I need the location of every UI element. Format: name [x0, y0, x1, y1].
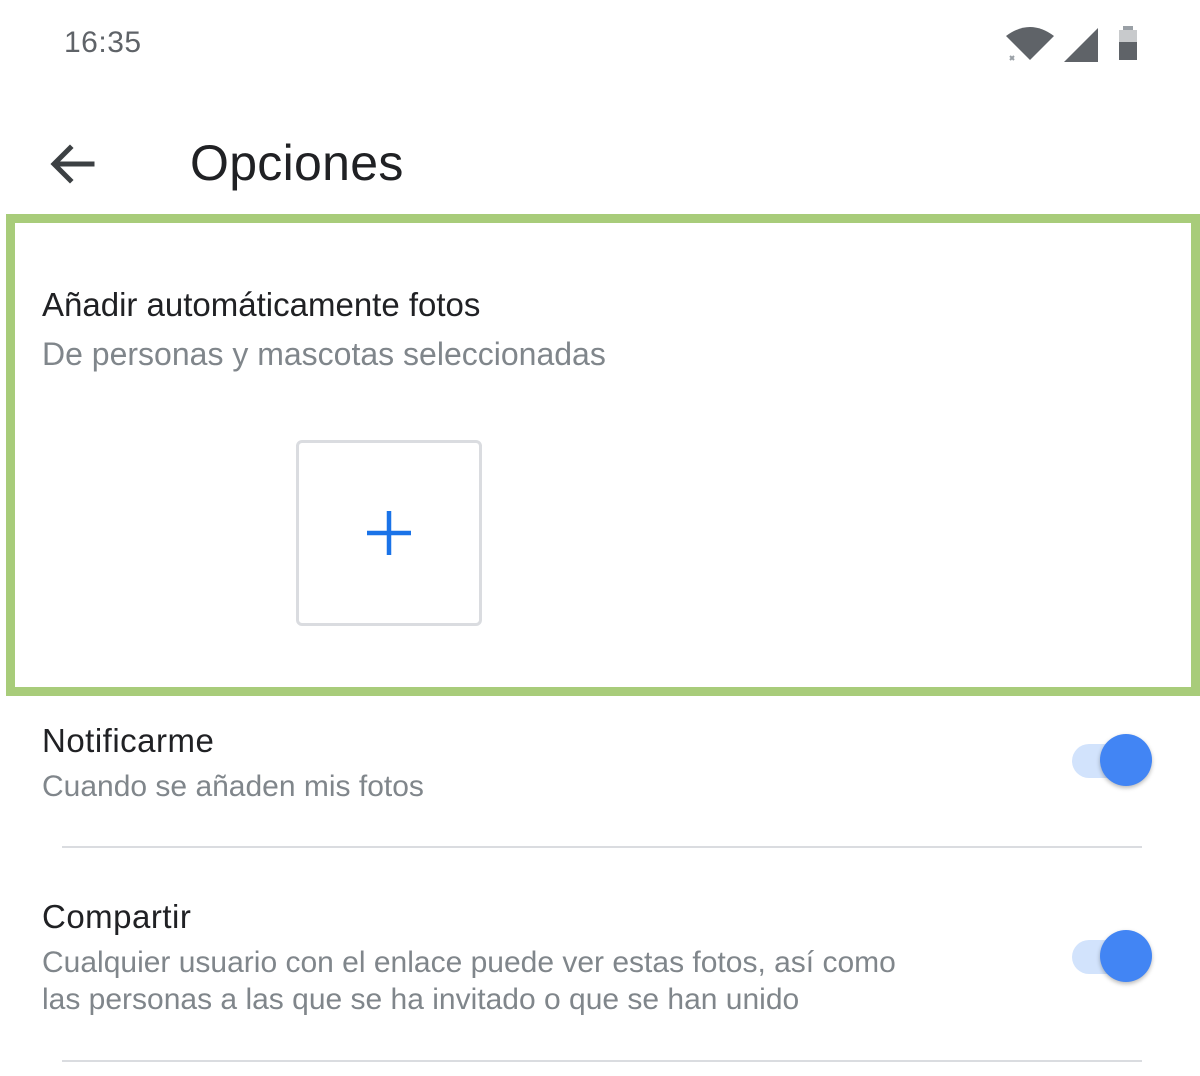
page-title: Opciones — [190, 135, 404, 191]
status-icons — [1004, 24, 1154, 64]
setting-row-notify: Notificarme Cuando se añaden mis fotos — [0, 700, 1200, 850]
toggle-thumb — [1100, 734, 1152, 786]
setting-row-share: Compartir Cualquier usuario con el enlac… — [0, 880, 1200, 1060]
auto-add-title: Añadir automáticamente fotos — [42, 286, 481, 323]
arrow-back-icon — [50, 144, 95, 184]
plus-icon — [367, 511, 411, 555]
share-toggle[interactable] — [1068, 926, 1158, 986]
add-people-button[interactable] — [296, 440, 482, 626]
cell-signal-icon — [1064, 28, 1098, 62]
status-bar: 16:35 — [0, 0, 1200, 90]
share-title: Compartir — [42, 898, 192, 935]
back-button[interactable] — [40, 132, 104, 196]
share-description: Cualquier usuario con el enlace puede ve… — [42, 946, 896, 1016]
notify-toggle[interactable] — [1068, 730, 1158, 790]
wifi-icon — [1006, 27, 1054, 61]
divider — [62, 1060, 1142, 1062]
app-bar: Opciones — [0, 110, 1200, 210]
auto-add-subtitle: De personas y mascotas seleccionadas — [42, 336, 606, 372]
battery-icon — [1119, 26, 1137, 60]
status-time: 16:35 — [64, 26, 142, 59]
divider — [62, 846, 1142, 848]
notify-description: Cuando se añaden mis fotos — [42, 770, 424, 803]
toggle-thumb — [1100, 930, 1152, 982]
notify-title: Notificarme — [42, 722, 215, 759]
